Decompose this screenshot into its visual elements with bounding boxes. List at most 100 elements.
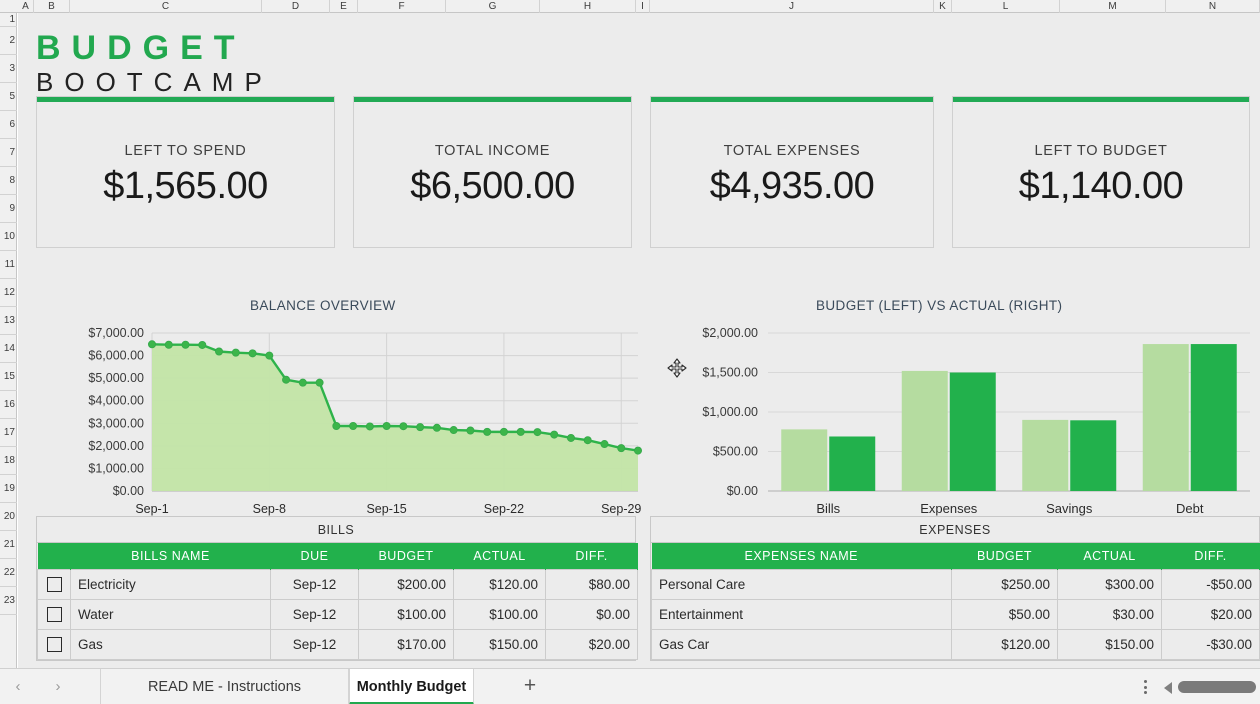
x-axis-tick-label: Sep-29: [601, 502, 641, 516]
row-header-13[interactable]: 13: [0, 307, 17, 335]
row-header-3[interactable]: 3: [0, 55, 17, 83]
x-axis-tick-label: Sep-22: [484, 502, 524, 516]
expenses-col-header-actual[interactable]: ACTUAL: [1057, 543, 1162, 569]
expenses-col-header-diff[interactable]: DIFF.: [1161, 543, 1260, 569]
balance-overview-chart[interactable]: $0.00 $1,000.00 $2,000.00 $3,000.00 $4,000.0…: [30, 311, 650, 521]
expenses-cell-diff[interactable]: -$50.00: [1161, 568, 1260, 600]
bills-cell-name[interactable]: Electricity: [70, 568, 271, 600]
row-header-9[interactable]: 9: [0, 195, 17, 223]
bills-cell-diff[interactable]: $20.00: [545, 628, 638, 660]
expenses-col-header-budget[interactable]: BUDGET: [951, 543, 1058, 569]
expenses-col-header-expensesname[interactable]: EXPENSES NAME: [651, 543, 952, 569]
kpi-value: $4,935.00: [709, 165, 875, 207]
row-header-7[interactable]: 7: [0, 139, 17, 167]
column-header-g[interactable]: G: [446, 0, 540, 13]
bills-cell-actual[interactable]: $120.00: [453, 568, 546, 600]
expenses-cell-actual[interactable]: $300.00: [1057, 568, 1162, 600]
row-header-19[interactable]: 19: [0, 475, 17, 503]
expenses-cell-actual[interactable]: $30.00: [1057, 598, 1162, 630]
bills-cell-due[interactable]: Sep-12: [270, 568, 359, 600]
bills-col-header-actual[interactable]: ACTUAL: [453, 543, 546, 569]
prev-sheet-arrow[interactable]: ‹: [8, 677, 28, 697]
bills-cell-diff[interactable]: $80.00: [545, 568, 638, 600]
bills-col-header-due[interactable]: DUE: [270, 543, 359, 569]
bills-cell-actual[interactable]: $100.00: [453, 598, 546, 630]
column-header-b[interactable]: B: [34, 0, 70, 13]
column-header-i[interactable]: I: [636, 0, 650, 13]
row-header-2[interactable]: 2: [0, 27, 17, 55]
expenses-cell-name[interactable]: Entertainment: [651, 598, 952, 630]
column-header-h[interactable]: H: [540, 0, 636, 13]
column-header-l[interactable]: L: [952, 0, 1060, 13]
column-header-k[interactable]: K: [934, 0, 952, 13]
bills-cell-diff[interactable]: $0.00: [545, 598, 638, 630]
column-header-n[interactable]: N: [1166, 0, 1260, 13]
bills-col-header-diff[interactable]: DIFF.: [545, 543, 638, 569]
bills-cell-actual[interactable]: $150.00: [453, 628, 546, 660]
budget-vs-actual-chart[interactable]: $0.00 $500.00 $1,000.00 $1,500.00 $2,000.00 B…: [650, 311, 1260, 521]
column-header-e[interactable]: E: [330, 0, 358, 13]
expenses-cell-name[interactable]: Gas Car: [651, 628, 952, 660]
row-header-10[interactable]: 10: [0, 223, 17, 251]
bills-cell-due[interactable]: Sep-12: [270, 628, 359, 660]
expenses-cell-name[interactable]: Personal Care: [651, 568, 952, 600]
kpi-accent-bar: [651, 97, 933, 102]
row-header-5[interactable]: 5: [0, 83, 17, 111]
bills-row-checkbox-cell[interactable]: [37, 628, 71, 660]
row-header-23[interactable]: 23: [0, 587, 17, 615]
y-axis-tick-label: $7,000.00: [88, 326, 144, 340]
sheet-tab-read-me-instructions[interactable]: READ ME - Instructions: [100, 669, 349, 704]
row-header-8[interactable]: 8: [0, 167, 17, 195]
bills-col-header-billsname[interactable]: BILLS NAME: [70, 543, 271, 569]
add-sheet-button[interactable]: +: [510, 669, 550, 704]
data-point-marker: [349, 421, 358, 430]
bills-row-checkbox-cell[interactable]: [37, 568, 71, 600]
row-header-15[interactable]: 15: [0, 363, 17, 391]
expenses-header-row: EXPENSES NAME BUDGET ACTUAL DIFF.: [651, 543, 1260, 569]
checkbox-icon[interactable]: [46, 636, 62, 652]
bills-col-header-budget[interactable]: BUDGET: [358, 543, 454, 569]
expenses-cell-diff[interactable]: $20.00: [1161, 598, 1260, 630]
sheet-tab-monthly-budget[interactable]: Monthly Budget: [349, 669, 474, 704]
column-header-d[interactable]: D: [262, 0, 330, 13]
row-header-21[interactable]: 21: [0, 531, 17, 559]
checkbox-icon[interactable]: [46, 606, 62, 622]
expenses-cell-budget[interactable]: $120.00: [951, 628, 1058, 660]
expenses-cell-diff[interactable]: -$30.00: [1161, 628, 1260, 660]
expenses-cell-budget[interactable]: $50.00: [951, 598, 1058, 630]
bills-cell-budget[interactable]: $100.00: [358, 598, 454, 630]
row-header-12[interactable]: 12: [0, 279, 17, 307]
horizontal-scroll-left-arrow[interactable]: [1164, 682, 1172, 694]
y-axis-tick-label: $5,000.00: [88, 371, 144, 385]
row-header-11[interactable]: 11: [0, 251, 17, 279]
column-header-m[interactable]: M: [1060, 0, 1166, 13]
column-header-a[interactable]: A: [18, 0, 34, 13]
bills-cell-name[interactable]: Water: [70, 598, 271, 630]
column-header-c[interactable]: C: [70, 0, 262, 13]
column-header-f[interactable]: F: [358, 0, 446, 13]
checkbox-icon[interactable]: [46, 576, 62, 592]
next-sheet-arrow[interactable]: ›: [48, 677, 68, 697]
bills-cell-name[interactable]: Gas: [70, 628, 271, 660]
bills-cell-budget[interactable]: $200.00: [358, 568, 454, 600]
row-header-1[interactable]: 1: [0, 13, 17, 27]
sheet-options-menu-icon[interactable]: [1144, 680, 1148, 694]
column-header-j[interactable]: J: [650, 0, 934, 13]
bills-col-header-check[interactable]: [37, 543, 71, 569]
expenses-cell-actual[interactable]: $150.00: [1057, 628, 1162, 660]
y-axis-tick-label: $4,000.00: [88, 394, 144, 408]
bills-cell-budget[interactable]: $170.00: [358, 628, 454, 660]
row-header-16[interactable]: 16: [0, 391, 17, 419]
row-header-20[interactable]: 20: [0, 503, 17, 531]
bills-row-checkbox-cell[interactable]: [37, 598, 71, 630]
expenses-cell-budget[interactable]: $250.00: [951, 568, 1058, 600]
data-point-marker: [215, 347, 224, 356]
row-header-18[interactable]: 18: [0, 447, 17, 475]
horizontal-scrollbar[interactable]: [1178, 681, 1256, 693]
row-header-6[interactable]: 6: [0, 111, 17, 139]
row-header-22[interactable]: 22: [0, 559, 17, 587]
kpi-accent-bar: [354, 97, 631, 102]
bills-cell-due[interactable]: Sep-12: [270, 598, 359, 630]
row-header-14[interactable]: 14: [0, 335, 17, 363]
row-header-17[interactable]: 17: [0, 419, 17, 447]
